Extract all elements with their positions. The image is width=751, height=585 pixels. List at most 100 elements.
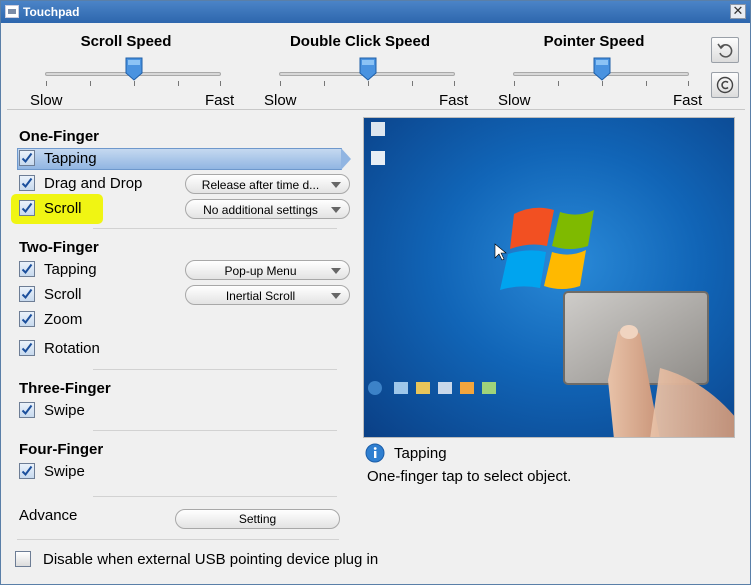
one-finger-tapping-label: Tapping [44, 150, 97, 167]
dropdown-value: Pop-up Menu [224, 264, 297, 278]
pointer-speed-slow-label: Slow [498, 92, 531, 109]
title-bar: Touchpad ✕ [1, 1, 750, 23]
slider-tick [454, 81, 455, 86]
checkmark-icon [21, 342, 33, 354]
gesture-panel: One-Finger Tapping Drag and Drop Release… [7, 115, 353, 580]
two-finger-scroll-checkbox[interactable] [19, 286, 35, 302]
preview-illustration [368, 122, 734, 437]
gesture-preview [363, 117, 735, 438]
four-finger-title: Four-Finger [19, 441, 104, 458]
scroll-speed-label: Scroll Speed [80, 33, 172, 50]
slider-tick [178, 81, 179, 86]
double-click-speed-fast-label: Fast [439, 92, 469, 109]
taskbar-icons [368, 381, 496, 395]
slider-tick [602, 81, 603, 86]
recycle-bin-icon [371, 122, 385, 136]
one-finger-drag-checkbox[interactable] [19, 175, 35, 191]
scroll-speed-slider: Scroll Speed Slow Fast [9, 27, 243, 109]
chevron-down-icon [331, 207, 341, 213]
one-finger-scroll-row: Scroll No additional settings [11, 194, 350, 224]
usb-disable-checkbox[interactable] [15, 551, 31, 567]
one-finger-tapping-checkbox[interactable] [19, 150, 35, 166]
info-icon [365, 443, 385, 463]
touchpad-window: Touchpad ✕ Scroll Speed Slow Fast Double… [0, 0, 751, 585]
double-click-speed-thumb[interactable] [359, 57, 377, 81]
two-finger-zoom-label: Zoom [44, 311, 83, 328]
double-click-speed-slider: Double Click Speed Slow Fast [243, 27, 477, 109]
chevron-down-icon [331, 182, 341, 188]
cursor-icon [494, 243, 507, 261]
slider-tick [688, 81, 689, 86]
checkmark-icon [21, 177, 33, 189]
two-finger-scroll-dropdown[interactable]: Inertial Scroll [185, 285, 350, 305]
usb-disable-label: Disable when external USB pointing devic… [43, 551, 379, 568]
checkmark-icon [21, 263, 33, 275]
drag-and-drop-dropdown[interactable]: Release after time d... [185, 174, 350, 194]
separator [7, 109, 745, 110]
one-finger-scroll-label: Scroll [44, 200, 82, 217]
window-title: Touchpad [23, 5, 80, 19]
slider-tick [90, 81, 91, 86]
three-finger-title: Three-Finger [19, 380, 111, 397]
three-finger-swipe-label: Swipe [44, 402, 85, 419]
slider-tick [46, 81, 47, 86]
two-finger-tapping-row: Tapping Pop-up Menu [17, 259, 350, 281]
chevron-down-icon [331, 268, 341, 274]
two-finger-rotation-label: Rotation [44, 340, 100, 357]
pointer-speed-label: Pointer Speed [543, 33, 645, 50]
scroll-speed-fast-label: Fast [205, 92, 235, 109]
info-title: Tapping [394, 445, 447, 462]
two-finger-rotation-checkbox[interactable] [19, 340, 35, 356]
checkmark-icon [21, 152, 33, 164]
slider-tick [280, 81, 281, 86]
one-finger-drag-label: Drag and Drop [44, 175, 143, 192]
two-finger-tapping-dropdown[interactable]: Pop-up Menu [185, 260, 350, 280]
two-finger-scroll-row: Scroll Inertial Scroll [17, 284, 350, 306]
two-finger-tapping-label: Tapping [44, 261, 97, 278]
one-finger-tapping-row[interactable]: Tapping [17, 148, 351, 170]
four-finger-swipe-checkbox[interactable] [19, 463, 35, 479]
slider-tick [134, 81, 135, 86]
advance-label: Advance [19, 507, 78, 524]
scroll-speed-thumb[interactable] [125, 57, 143, 81]
two-finger-tapping-checkbox[interactable] [19, 261, 35, 277]
slider-tick [368, 81, 369, 86]
close-button[interactable]: ✕ [730, 4, 746, 19]
client-area: Scroll Speed Slow Fast Double Click Spee… [1, 23, 750, 584]
separator [17, 539, 339, 540]
undo-icon [717, 43, 733, 58]
one-finger-title: One-Finger [19, 128, 100, 145]
pointer-speed-thumb[interactable] [593, 57, 611, 81]
three-finger-swipe-row: Swipe [17, 400, 349, 422]
separator [93, 430, 337, 431]
dropdown-value: No additional settings [203, 203, 318, 217]
dropdown-value: Inertial Scroll [225, 289, 296, 303]
setting-button[interactable]: Setting [175, 509, 340, 529]
usb-disable-row: Disable when external USB pointing devic… [15, 549, 435, 571]
selection-arrow [341, 148, 351, 170]
info-description: One-finger tap to select object. [367, 468, 572, 485]
desktop-file-icon [371, 151, 385, 165]
pointer-speed-slider: Pointer Speed Slow Fast [477, 27, 711, 109]
scroll-speed-slow-label: Slow [30, 92, 63, 109]
two-finger-rotation-row: Rotation [17, 338, 349, 360]
slider-tick [220, 81, 221, 86]
three-finger-swipe-checkbox[interactable] [19, 402, 35, 418]
two-finger-zoom-row: Zoom [17, 309, 349, 331]
about-button[interactable] [711, 72, 739, 98]
window-app-icon [5, 5, 19, 18]
two-finger-title: Two-Finger [19, 239, 99, 256]
checkmark-icon [21, 288, 33, 300]
slider-tick [412, 81, 413, 86]
one-finger-drag-row: Drag and Drop Release after time d... [17, 173, 350, 195]
two-finger-zoom-checkbox[interactable] [19, 311, 35, 327]
undo-button[interactable] [711, 37, 739, 63]
slider-tick [324, 81, 325, 86]
four-finger-swipe-label: Swipe [44, 463, 85, 480]
slider-tick [514, 81, 515, 86]
four-finger-swipe-row: Swipe [17, 461, 349, 483]
chevron-down-icon [331, 293, 341, 299]
one-finger-scroll-checkbox[interactable] [19, 200, 35, 216]
double-click-speed-slow-label: Slow [264, 92, 297, 109]
one-finger-scroll-dropdown[interactable]: No additional settings [185, 199, 350, 219]
